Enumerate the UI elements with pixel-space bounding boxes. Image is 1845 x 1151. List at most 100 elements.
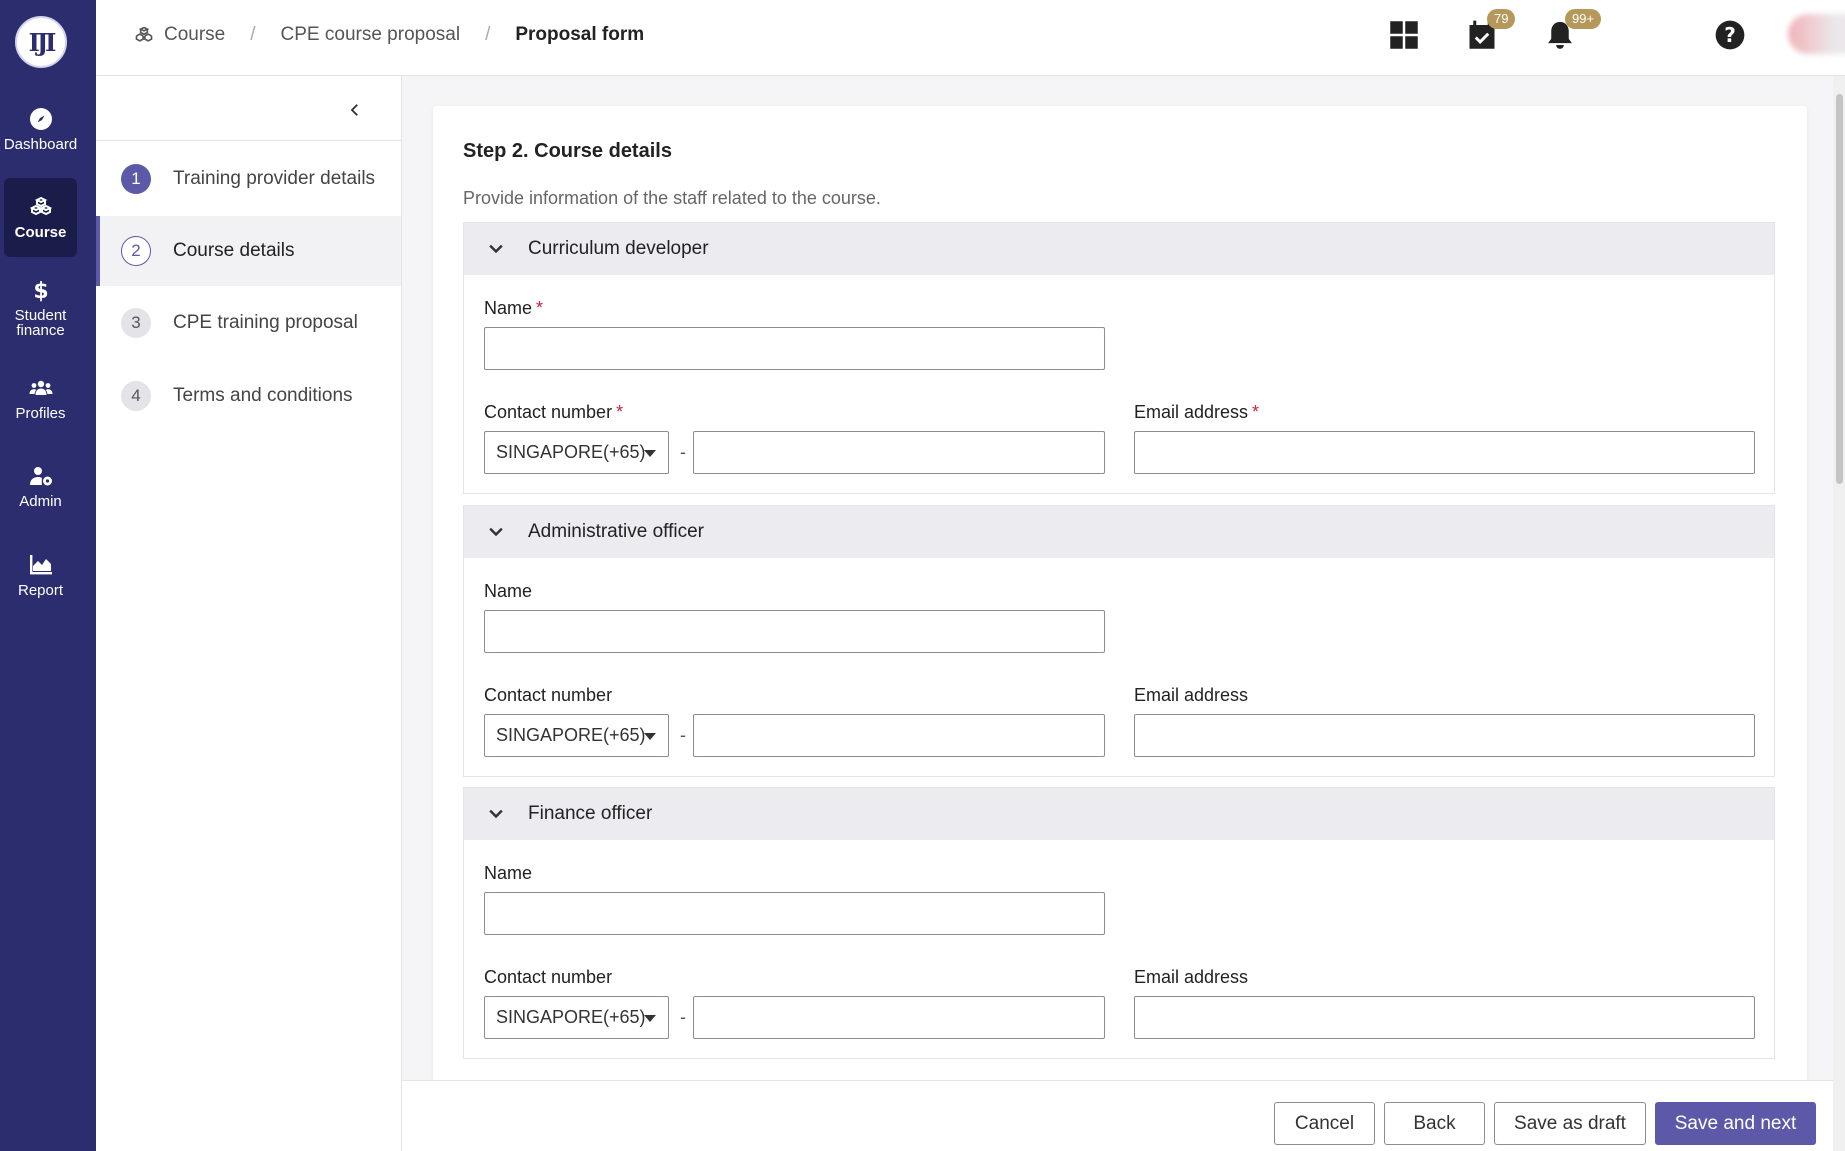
step-label: CPE training proposal (173, 312, 358, 333)
country-code-value: SINGAPORE(+65) (496, 442, 646, 462)
country-code-select[interactable]: SINGAPORE(+65) (484, 996, 669, 1039)
help-icon: ? (1715, 20, 1745, 50)
chevron-down-icon (489, 809, 503, 819)
help-button[interactable]: ? (1713, 18, 1747, 52)
nav-label: Student finance (14, 307, 67, 339)
form-card: Step 2. Course details Provide informati… (433, 106, 1807, 1116)
grid-icon (1390, 21, 1418, 49)
save-and-next-button[interactable]: Save and next (1655, 1102, 1816, 1145)
footer-actions: Cancel Back Save as draft Save and next (402, 1080, 1845, 1151)
required-marker: * (1252, 402, 1260, 422)
step-course-details[interactable]: 2 Course details (96, 216, 401, 286)
contact-number-label: Contact number * (484, 402, 623, 423)
step-training-provider-details[interactable]: 1 Training provider details (96, 144, 401, 214)
svg-text:$: $ (33, 279, 48, 302)
nav-rail: IJI Dashboard Course $ Student finance P… (0, 0, 96, 1151)
users-icon (29, 380, 52, 395)
chevron-down-icon (489, 527, 503, 537)
nav-label: Course (14, 224, 67, 241)
caret-down-icon (644, 733, 656, 740)
step-cpe-training-proposal[interactable]: 3 CPE training proposal (96, 288, 401, 358)
user-avatar[interactable] (1788, 14, 1845, 54)
curriculum-developer-name-input[interactable] (484, 327, 1105, 370)
step-label: Terms and conditions (173, 385, 353, 406)
compass-icon (29, 107, 52, 130)
nav-label: Dashboard (3, 135, 78, 153)
breadcrumb-separator: / (250, 24, 256, 45)
step-number: 2 (121, 236, 151, 266)
name-label-text: Name (484, 298, 533, 318)
country-code-select[interactable]: SINGAPORE(+65) (484, 431, 669, 474)
administrative-officer-email-input[interactable] (1134, 714, 1755, 757)
phone-separator: - (680, 442, 686, 462)
form-description: Provide information of the staff related… (463, 188, 881, 208)
email-label: Email address * (1134, 402, 1259, 423)
email-label-text: Email address (1134, 402, 1249, 422)
save-as-draft-button[interactable]: Save as draft (1494, 1102, 1646, 1145)
email-label: Email address (1134, 685, 1249, 705)
step-number: 4 (121, 381, 151, 411)
section-curriculum-developer: Curriculum developer Name * Contact numbe… (463, 222, 1775, 494)
required-marker: * (536, 298, 544, 318)
curriculum-developer-email-input[interactable] (1134, 431, 1755, 474)
phone-separator: - (680, 725, 686, 745)
section-header[interactable]: Administrative officer (464, 506, 1774, 558)
dollar-icon: $ (33, 279, 48, 302)
tasks-button[interactable]: 79 (1465, 9, 1516, 52)
breadcrumb-cpe-course-proposal[interactable]: CPE course proposal (281, 24, 461, 46)
finance-officer-phone-input[interactable] (693, 996, 1105, 1039)
step-number: 3 (121, 308, 151, 338)
breadcrumb-proposal-form: Proposal form (515, 24, 645, 45)
name-label: Name (484, 581, 533, 601)
caret-down-icon (644, 1015, 656, 1022)
nav-item-dashboard[interactable]: Dashboard (4, 96, 77, 162)
section-title: Finance officer (528, 803, 653, 824)
phone-separator: - (680, 1007, 686, 1027)
notifications-button[interactable]: 99+ (1543, 9, 1602, 52)
nav-label: Report (17, 581, 64, 599)
administrative-officer-name-input[interactable] (484, 610, 1105, 653)
nav-item-report[interactable]: Report (4, 545, 77, 605)
notifications-count-badge: 99+ (1565, 9, 1602, 29)
tasks-count-badge: 79 (1487, 9, 1516, 29)
nav-item-course[interactable]: Course (4, 178, 77, 257)
finance-officer-name-input[interactable] (484, 892, 1105, 935)
name-label: Name * (484, 298, 543, 319)
nav-label: Profiles (15, 404, 66, 422)
cubes-icon (29, 196, 52, 216)
cubes-icon (135, 26, 153, 42)
divider (96, 140, 401, 141)
back-button[interactable]: Back (1384, 1102, 1485, 1145)
breadcrumb: Course / CPE course proposal / Proposal … (134, 24, 644, 46)
nav-item-admin[interactable]: Admin (4, 456, 77, 516)
curriculum-developer-phone-input[interactable] (693, 431, 1105, 474)
step-number: 1 (121, 164, 151, 194)
nav-item-student-finance[interactable]: $ Student finance (4, 270, 77, 346)
section-header[interactable]: Curriculum developer (464, 223, 1774, 275)
collapse-panel-button[interactable] (343, 98, 367, 122)
country-code-value: SINGAPORE(+65) (496, 1007, 646, 1027)
user-gear-icon (29, 466, 52, 485)
nav-item-profiles[interactable]: Profiles (4, 368, 77, 428)
cancel-button[interactable]: Cancel (1274, 1102, 1375, 1145)
apps-grid-button[interactable] (1387, 18, 1421, 52)
country-code-value: SINGAPORE(+65) (496, 725, 646, 745)
administrative-officer-phone-input[interactable] (693, 714, 1105, 757)
section-title: Administrative officer (528, 521, 704, 542)
caret-down-icon (644, 450, 656, 457)
finance-officer-email-input[interactable] (1134, 996, 1755, 1039)
area-chart-icon (29, 554, 52, 574)
steps-panel: 1 Training provider details 2 Course det… (96, 76, 402, 1151)
section-header[interactable]: Finance officer (464, 788, 1774, 840)
nav-label: Admin (19, 492, 62, 510)
breadcrumb-separator: / (485, 24, 491, 45)
section-administrative-officer: Administrative officer Name Contact numb… (463, 505, 1775, 777)
country-code-select[interactable]: SINGAPORE(+65) (484, 714, 669, 757)
contact-number-label: Contact number (484, 967, 613, 987)
required-marker: * (616, 402, 624, 422)
step-terms-and-conditions[interactable]: 4 Terms and conditions (96, 361, 401, 431)
section-title: Curriculum developer (528, 238, 709, 259)
scrollbar-thumb[interactable] (1836, 94, 1843, 484)
app-logo[interactable]: IJI (15, 16, 67, 68)
breadcrumb-course[interactable]: Course (164, 24, 225, 46)
